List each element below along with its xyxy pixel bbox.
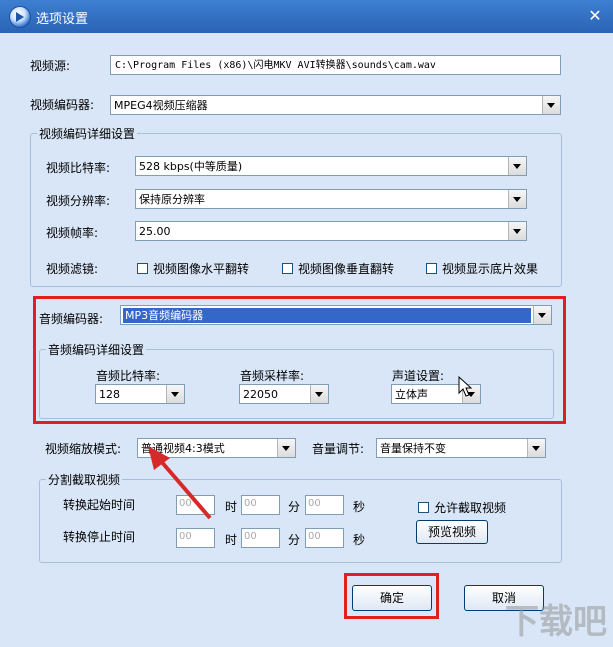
end-minute-input[interactable]: 00 xyxy=(241,528,280,548)
video-source-label: 视频源: xyxy=(30,59,71,73)
checkbox-negative-effect[interactable]: 视频显示底片效果 xyxy=(426,260,538,277)
checkbox-box[interactable] xyxy=(426,263,437,274)
split-title: 分割截取视频 xyxy=(46,471,123,488)
audio-highlight-box xyxy=(33,296,566,424)
checkbox-label: 视频图像水平翻转 xyxy=(153,262,250,276)
video-filter-label: 视频滤镜: xyxy=(46,262,99,276)
app-icon xyxy=(9,6,31,28)
checkbox-box[interactable] xyxy=(137,263,148,274)
checkbox-label: 视频显示底片效果 xyxy=(442,262,539,276)
start-minute-input[interactable]: 00 xyxy=(241,495,280,515)
hour-unit: 时 xyxy=(225,500,238,514)
end-hour-input[interactable]: 00 xyxy=(176,528,215,548)
chevron-down-icon[interactable] xyxy=(277,439,295,457)
red-arrow-annotation xyxy=(148,446,212,520)
video-framerate-value: 25.00 xyxy=(139,225,171,238)
video-framerate-select[interactable]: 25.00 xyxy=(135,221,527,241)
checkbox-horizontal-flip[interactable]: 视频图像水平翻转 xyxy=(137,260,249,277)
video-source-input[interactable]: C:\Program Files (x86)\闪电MKV AVI转换器\soun… xyxy=(110,55,561,75)
minute-unit: 分 xyxy=(288,533,301,547)
volume-value: 音量保持不变 xyxy=(380,442,446,455)
hour-unit: 时 xyxy=(225,533,238,547)
start-time-label: 转换起始时间 xyxy=(63,498,136,512)
video-bitrate-label: 视频比特率: xyxy=(46,161,111,175)
checkbox-box[interactable] xyxy=(418,502,429,513)
video-resolution-value: 保持原分辨率 xyxy=(139,193,205,206)
chevron-down-icon[interactable] xyxy=(527,439,545,457)
end-time-label: 转换停止时间 xyxy=(63,530,136,544)
video-bitrate-select[interactable]: 528 kbps(中等质量) xyxy=(135,156,527,176)
watermark-text: 下载吧 xyxy=(505,602,607,642)
second-unit: 秒 xyxy=(353,500,366,514)
second-unit: 秒 xyxy=(353,533,366,547)
volume-select[interactable]: 音量保持不变 xyxy=(376,438,546,458)
video-resolution-select[interactable]: 保持原分辨率 xyxy=(135,189,527,209)
chevron-down-icon[interactable] xyxy=(508,222,526,240)
start-second-input[interactable]: 00 xyxy=(305,495,344,515)
preview-video-button[interactable]: 预览视频 xyxy=(416,520,488,544)
checkbox-box[interactable] xyxy=(282,263,293,274)
video-framerate-label: 视频帧率: xyxy=(46,226,99,240)
video-resolution-label: 视频分辨率: xyxy=(46,194,111,208)
ok-highlight-box xyxy=(344,573,439,619)
checkbox-label: 视频图像垂直翻转 xyxy=(298,262,395,276)
options-dialog: 选项设置 ✕ 视频源: C:\Program Files (x86)\闪电MKV… xyxy=(0,0,613,647)
video-encoder-value: MPEG4视频压缩器 xyxy=(114,99,208,112)
video-bitrate-value: 528 kbps(中等质量) xyxy=(139,160,243,173)
video-encoder-select[interactable]: MPEG4视频压缩器 xyxy=(110,95,561,115)
end-second-input[interactable]: 00 xyxy=(305,528,344,548)
checkbox-allow-split[interactable]: 允许截取视频 xyxy=(418,499,506,516)
chevron-down-icon[interactable] xyxy=(542,96,560,114)
checkbox-vertical-flip[interactable]: 视频图像垂直翻转 xyxy=(282,260,394,277)
checkbox-label: 允许截取视频 xyxy=(434,501,507,515)
title-bar: 选项设置 ✕ xyxy=(0,0,613,33)
volume-label: 音量调节: xyxy=(312,442,365,456)
chevron-down-icon[interactable] xyxy=(508,157,526,175)
scale-mode-label: 视频缩放模式: xyxy=(45,442,122,456)
minute-unit: 分 xyxy=(288,500,301,514)
chevron-down-icon[interactable] xyxy=(508,190,526,208)
window-title: 选项设置 xyxy=(36,12,89,27)
video-source-value: C:\Program Files (x86)\闪电MKV AVI转换器\soun… xyxy=(115,60,436,71)
close-icon[interactable]: ✕ xyxy=(585,6,605,26)
video-detail-title: 视频编码详细设置 xyxy=(37,125,138,142)
video-encoder-label: 视频编码器: xyxy=(30,98,95,112)
